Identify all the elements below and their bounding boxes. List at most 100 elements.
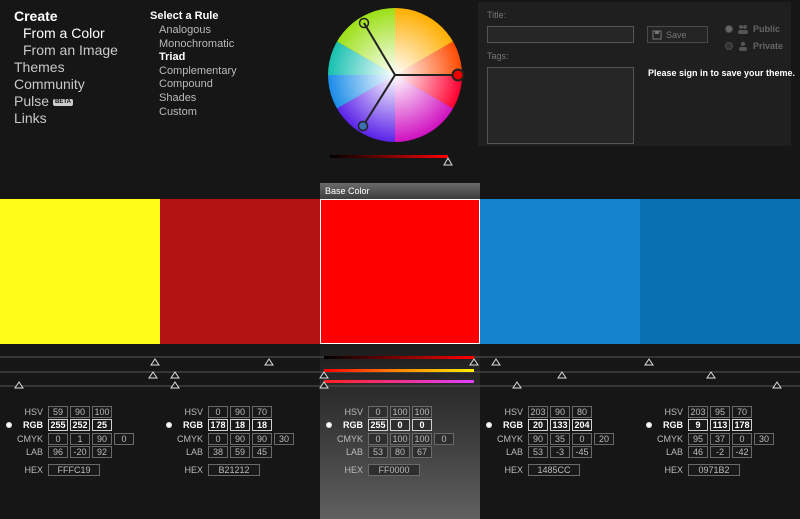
rule-complementary[interactable]: Complementary bbox=[150, 65, 237, 79]
lab-value-3[interactable]: -45 bbox=[572, 446, 592, 458]
rgb-value-2[interactable]: 113 bbox=[710, 419, 730, 431]
rgb-mode-radio[interactable] bbox=[166, 422, 172, 428]
rgb-value-2[interactable]: 18 bbox=[230, 419, 250, 431]
swatch-base[interactable] bbox=[320, 199, 480, 344]
public-radio[interactable] bbox=[725, 25, 733, 33]
cmyk-value-1[interactable]: 90 bbox=[528, 433, 548, 445]
rgb-value-1[interactable]: 255 bbox=[48, 419, 68, 431]
swatch-5[interactable] bbox=[640, 199, 800, 344]
cmyk-value-2[interactable]: 90 bbox=[230, 433, 250, 445]
rgb-value-2[interactable]: 133 bbox=[550, 419, 570, 431]
cmyk-value-1[interactable]: 95 bbox=[688, 433, 708, 445]
hex-value[interactable]: 0971B2 bbox=[688, 464, 740, 476]
rgb-value-2[interactable]: 0 bbox=[390, 419, 410, 431]
lab-value-2[interactable]: -3 bbox=[550, 446, 570, 458]
rule-monochromatic[interactable]: Monochromatic bbox=[150, 38, 237, 52]
rgb-value-3[interactable]: 25 bbox=[92, 419, 112, 431]
tags-input[interactable] bbox=[487, 67, 634, 144]
brightness-handle[interactable] bbox=[443, 156, 453, 166]
nav-from-an-image[interactable]: From an Image bbox=[14, 42, 144, 59]
nav-community[interactable]: Community bbox=[14, 76, 144, 93]
hsv-value-2[interactable]: 90 bbox=[550, 406, 570, 418]
hex-value[interactable]: FF0000 bbox=[368, 464, 420, 476]
lab-value-3[interactable]: 92 bbox=[92, 446, 112, 458]
rgb-mode-radio[interactable] bbox=[326, 422, 332, 428]
rule-custom[interactable]: Custom bbox=[150, 106, 237, 120]
swatch-2[interactable] bbox=[160, 199, 320, 344]
cmyk-value-3[interactable]: 90 bbox=[92, 433, 112, 445]
nav-links[interactable]: Links bbox=[14, 110, 144, 127]
hsv-value-2[interactable]: 95 bbox=[710, 406, 730, 418]
hsv-value-1[interactable]: 59 bbox=[48, 406, 68, 418]
nav-themes[interactable]: Themes bbox=[14, 59, 144, 76]
rgb-value-1[interactable]: 255 bbox=[368, 419, 388, 431]
hsv-value-2[interactable]: 90 bbox=[70, 406, 90, 418]
visibility-public[interactable]: Public bbox=[725, 24, 780, 34]
rgb-value-2[interactable]: 252 bbox=[70, 419, 90, 431]
rgb-value-3[interactable]: 18 bbox=[252, 419, 272, 431]
swatch-1[interactable] bbox=[0, 199, 160, 344]
title-input[interactable] bbox=[487, 26, 634, 43]
cmyk-value-1[interactable]: 0 bbox=[208, 433, 228, 445]
hex-value[interactable]: FFFC19 bbox=[48, 464, 100, 476]
nav-pulse[interactable]: Pulse BETA bbox=[14, 93, 144, 110]
lab-value-2[interactable]: 59 bbox=[230, 446, 250, 458]
lab-value-2[interactable]: -20 bbox=[70, 446, 90, 458]
swatch-4[interactable] bbox=[480, 199, 640, 344]
rule-triad[interactable]: Triad bbox=[150, 51, 237, 65]
rgb-mode-radio[interactable] bbox=[486, 422, 492, 428]
cmyk-value-4[interactable]: 30 bbox=[754, 433, 774, 445]
lab-value-1[interactable]: 53 bbox=[528, 446, 548, 458]
slider-handles[interactable] bbox=[14, 358, 782, 389]
cmyk-value-3[interactable]: 0 bbox=[572, 433, 592, 445]
hsv-value-1[interactable]: 0 bbox=[368, 406, 388, 418]
lab-value-3[interactable]: -42 bbox=[732, 446, 752, 458]
rgb-mode-radio[interactable] bbox=[6, 422, 12, 428]
hsv-value-3[interactable]: 100 bbox=[412, 406, 432, 418]
lab-value-1[interactable]: 46 bbox=[688, 446, 708, 458]
nav-create[interactable]: Create bbox=[14, 8, 144, 25]
cmyk-value-4[interactable]: 0 bbox=[114, 433, 134, 445]
rgb-value-3[interactable]: 0 bbox=[412, 419, 432, 431]
cmyk-value-2[interactable]: 35 bbox=[550, 433, 570, 445]
save-button[interactable]: Save bbox=[647, 26, 708, 43]
hsv-value-1[interactable]: 203 bbox=[688, 406, 708, 418]
rgb-value-3[interactable]: 178 bbox=[732, 419, 752, 431]
lab-value-3[interactable]: 45 bbox=[252, 446, 272, 458]
rule-compound[interactable]: Compound bbox=[150, 78, 237, 92]
hex-value[interactable]: B21212 bbox=[208, 464, 260, 476]
cmyk-value-4[interactable]: 20 bbox=[594, 433, 614, 445]
hsv-value-3[interactable]: 80 bbox=[572, 406, 592, 418]
wheel-handle-blue[interactable] bbox=[357, 120, 369, 132]
lab-value-1[interactable]: 96 bbox=[48, 446, 68, 458]
cmyk-value-3[interactable]: 100 bbox=[412, 433, 432, 445]
cmyk-value-2[interactable]: 37 bbox=[710, 433, 730, 445]
cmyk-value-1[interactable]: 0 bbox=[368, 433, 388, 445]
rgb-value-1[interactable]: 20 bbox=[528, 419, 548, 431]
nav-from-a-color[interactable]: From a Color bbox=[14, 25, 144, 42]
hex-value[interactable]: 1485CC bbox=[528, 464, 580, 476]
cmyk-value-2[interactable]: 1 bbox=[70, 433, 90, 445]
lab-value-2[interactable]: -2 bbox=[710, 446, 730, 458]
hsv-value-1[interactable]: 0 bbox=[208, 406, 228, 418]
hsv-value-2[interactable]: 100 bbox=[390, 406, 410, 418]
hsv-value-3[interactable]: 70 bbox=[252, 406, 272, 418]
rgb-value-3[interactable]: 204 bbox=[572, 419, 592, 431]
cmyk-value-2[interactable]: 100 bbox=[390, 433, 410, 445]
cmyk-value-3[interactable]: 90 bbox=[252, 433, 272, 445]
wheel-handle-base[interactable] bbox=[451, 68, 465, 82]
rule-shades[interactable]: Shades bbox=[150, 92, 237, 106]
rule-analogous[interactable]: Analogous bbox=[150, 24, 237, 38]
lab-value-1[interactable]: 53 bbox=[368, 446, 388, 458]
hsv-value-3[interactable]: 70 bbox=[732, 406, 752, 418]
lab-value-3[interactable]: 67 bbox=[412, 446, 432, 458]
rgb-mode-radio[interactable] bbox=[646, 422, 652, 428]
cmyk-value-3[interactable]: 0 bbox=[732, 433, 752, 445]
hsv-value-1[interactable]: 203 bbox=[528, 406, 548, 418]
hsv-value-2[interactable]: 90 bbox=[230, 406, 250, 418]
adjustment-sliders[interactable] bbox=[0, 344, 800, 394]
lab-value-2[interactable]: 80 bbox=[390, 446, 410, 458]
rgb-value-1[interactable]: 178 bbox=[208, 419, 228, 431]
rgb-value-1[interactable]: 9 bbox=[688, 419, 708, 431]
cmyk-value-1[interactable]: 0 bbox=[48, 433, 68, 445]
